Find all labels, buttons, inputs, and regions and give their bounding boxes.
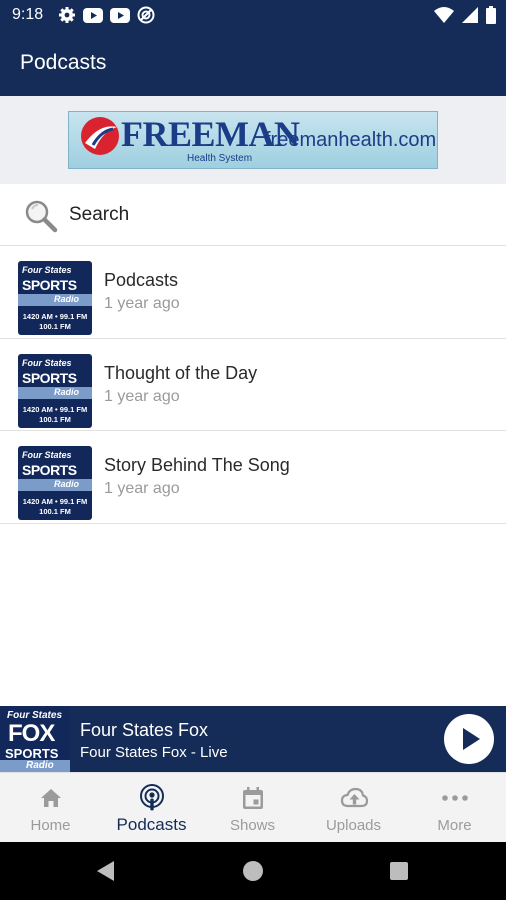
- list-item[interactable]: Four States SPORTS Radio 1420 AM • 99.1 …: [0, 246, 506, 339]
- podcast-time: 1 year ago: [104, 295, 180, 312]
- tab-home[interactable]: Home: [0, 773, 101, 843]
- player-subtitle: Four States Fox - Live: [80, 744, 228, 761]
- gear-icon: [59, 7, 75, 23]
- bottom-tab-bar: Home Podcasts Shows Uploads More: [0, 772, 506, 842]
- thumb-text: Four States: [22, 357, 72, 368]
- four-states-sports-logo: Four States SPORTS Radio 1420 AM • 99.1 …: [18, 261, 92, 335]
- thumb-text: Radio: [54, 294, 80, 304]
- home-nav-button[interactable]: [243, 861, 263, 881]
- signal-icon: [462, 7, 478, 23]
- mini-player[interactable]: Four States FOX SPORTS Radio Four States…: [0, 706, 506, 772]
- wifi-icon: [434, 7, 454, 23]
- thumb-text: 1420 AM • 99.1 FM: [22, 404, 88, 414]
- status-bar: 9:18: [0, 0, 506, 30]
- thumb-text: Four States: [22, 265, 72, 275]
- player-thumb-text: Radio: [26, 760, 54, 771]
- podcast-title: Thought of the Day: [104, 362, 258, 383]
- more-icon: [441, 795, 468, 801]
- thumb-text: Four States: [22, 450, 72, 460]
- battery-icon: [486, 6, 496, 24]
- app-bar: Podcasts: [0, 30, 506, 96]
- search-label: Search: [69, 204, 130, 225]
- tab-shows[interactable]: Shows: [202, 773, 303, 843]
- calendar-icon: [242, 787, 263, 809]
- four-states-sports-logo: Four States SPORTS Radio 1420 AM • 99.1 …: [18, 353, 92, 428]
- banner-subtitle: Health System: [187, 153, 253, 164]
- podcast-title: Story Behind The Song: [104, 455, 290, 475]
- tab-podcasts[interactable]: Podcasts: [101, 773, 202, 843]
- thumb-text: Radio: [54, 386, 80, 397]
- thumb-text: 100.1 FM: [39, 507, 71, 516]
- freeman-logo-icon: [81, 117, 119, 155]
- thumb-text: Radio: [54, 479, 80, 489]
- status-time: 9:18: [12, 6, 44, 23]
- banner-url: freemanhealth.com: [265, 129, 437, 151]
- tab-more[interactable]: More: [404, 773, 505, 843]
- freeman-banner-ad[interactable]: FREEMAN Health System freemanhealth.com: [68, 111, 438, 169]
- home-icon: [40, 789, 61, 807]
- thumb-text: SPORTS: [22, 462, 77, 478]
- player-title: Four States Fox: [80, 720, 209, 740]
- status-system-icons: [434, 6, 496, 24]
- thumb-text: 100.1 FM: [39, 322, 71, 331]
- four-states-sports-logo: Four States SPORTS Radio 1420 AM • 99.1 …: [18, 446, 92, 520]
- banner-area: FREEMAN Health System freemanhealth.com: [0, 96, 506, 184]
- podcast-time: 1 year ago: [104, 480, 180, 497]
- tab-label: Podcasts: [116, 815, 187, 834]
- podcast-list: Four States SPORTS Radio 1420 AM • 99.1 …: [0, 246, 506, 524]
- play-icon: [463, 728, 480, 750]
- thumb-text: 1420 AM • 99.1 FM: [22, 312, 88, 321]
- search-icon: [25, 200, 58, 233]
- list-item[interactable]: Four States SPORTS Radio 1420 AM • 99.1 …: [0, 431, 506, 524]
- recents-nav-button[interactable]: [390, 862, 408, 880]
- play-button[interactable]: [444, 714, 494, 764]
- fox-sports-radio-logo: Four States FOX SPORTS Radio: [0, 706, 70, 772]
- player-thumb-text: SPORTS: [5, 746, 59, 761]
- status-notification-icons: [58, 6, 155, 24]
- cloud-upload-icon: [340, 787, 368, 808]
- youtube-icon: [110, 7, 130, 23]
- thumb-text: 1420 AM • 99.1 FM: [22, 497, 88, 506]
- thumb-text: SPORTS: [22, 277, 77, 293]
- podcast-time: 1 year ago: [104, 387, 180, 405]
- thumb-text: 100.1 FM: [39, 414, 71, 424]
- system-nav-bar: [0, 842, 506, 900]
- search-row[interactable]: Search: [0, 184, 506, 246]
- page-title: Podcasts: [20, 51, 107, 74]
- tab-label: Uploads: [325, 817, 382, 834]
- thumb-text: SPORTS: [22, 369, 77, 386]
- back-icon[interactable]: [96, 860, 116, 882]
- youtube-icon: [83, 7, 103, 23]
- tab-uploads[interactable]: Uploads: [303, 773, 404, 843]
- tab-label: Home: [30, 817, 71, 834]
- podcast-title: Podcasts: [104, 270, 179, 290]
- podcast-icon: [139, 784, 164, 811]
- tab-label: Shows: [229, 817, 276, 834]
- list-item[interactable]: Four States SPORTS Radio 1420 AM • 99.1 …: [0, 338, 506, 431]
- tab-label: More: [437, 817, 472, 834]
- player-thumb-text: FOX: [8, 720, 55, 747]
- vpn-icon: [137, 6, 155, 24]
